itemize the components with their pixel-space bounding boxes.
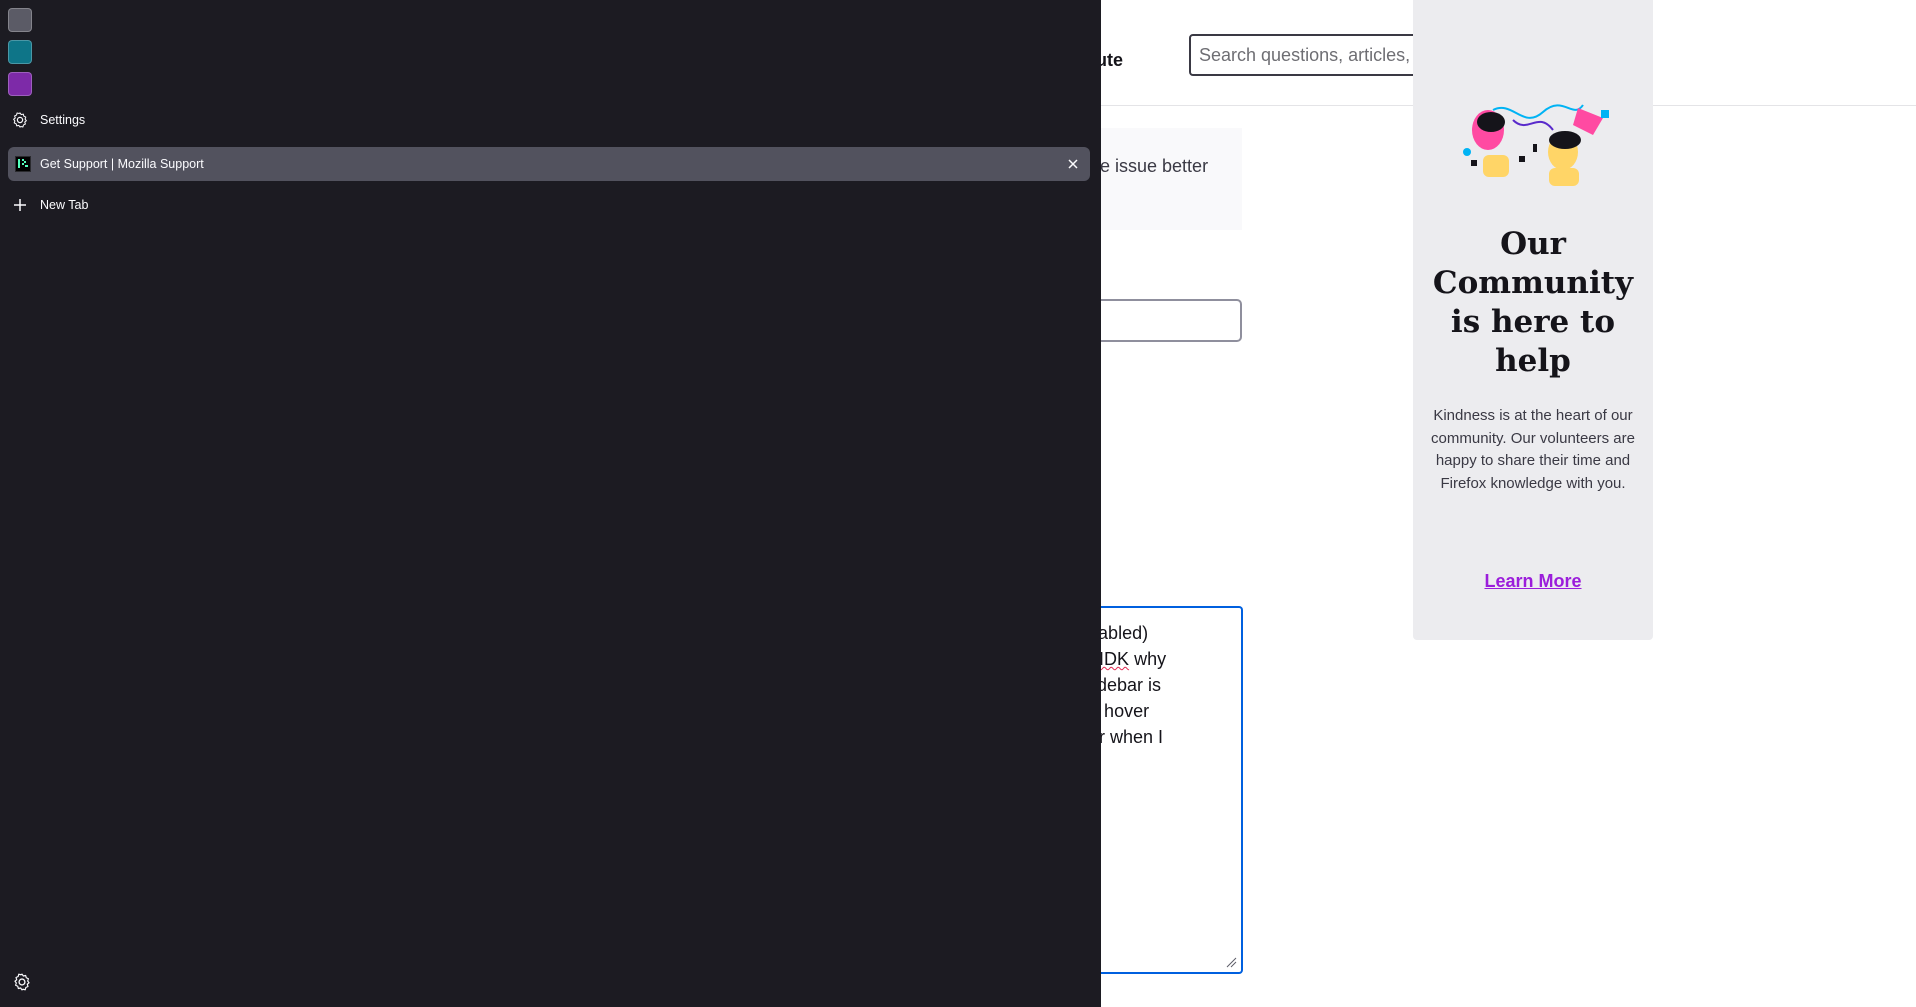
plus-icon [8, 193, 32, 217]
tab-title: Get Support | Mozilla Support [40, 157, 204, 171]
workspace-button[interactable] [8, 40, 32, 64]
tab-get-support[interactable]: Get Support | Mozilla Support [8, 147, 1090, 181]
workspace-button[interactable] [8, 72, 32, 96]
new-tab-label: New Tab [40, 198, 89, 212]
community-card: Our Community is here to help Kindness i… [1413, 0, 1653, 640]
resize-handle-icon[interactable] [1225, 956, 1237, 968]
settings-item[interactable]: Settings [8, 108, 85, 132]
workspace-button[interactable] [8, 8, 32, 32]
spellcheck-word: IDK [1099, 649, 1130, 669]
info-text: e issue better [1100, 156, 1209, 176]
mozilla-support-favicon-icon [15, 156, 31, 172]
gear-icon [8, 108, 32, 132]
close-icon[interactable] [1064, 155, 1082, 173]
browser-sidebar: Settings Get Support | Mozilla Support N… [0, 0, 1101, 1007]
community-illustration [1463, 104, 1609, 186]
community-description: Kindness is at the heart of our communit… [1431, 407, 1635, 493]
community-title: Our Community is here to help [1432, 226, 1634, 379]
settings-label: Settings [40, 113, 86, 127]
gear-icon[interactable] [12, 972, 34, 994]
new-tab-button[interactable]: New Tab [8, 193, 88, 217]
learn-more-link[interactable]: Learn More [1413, 571, 1653, 592]
